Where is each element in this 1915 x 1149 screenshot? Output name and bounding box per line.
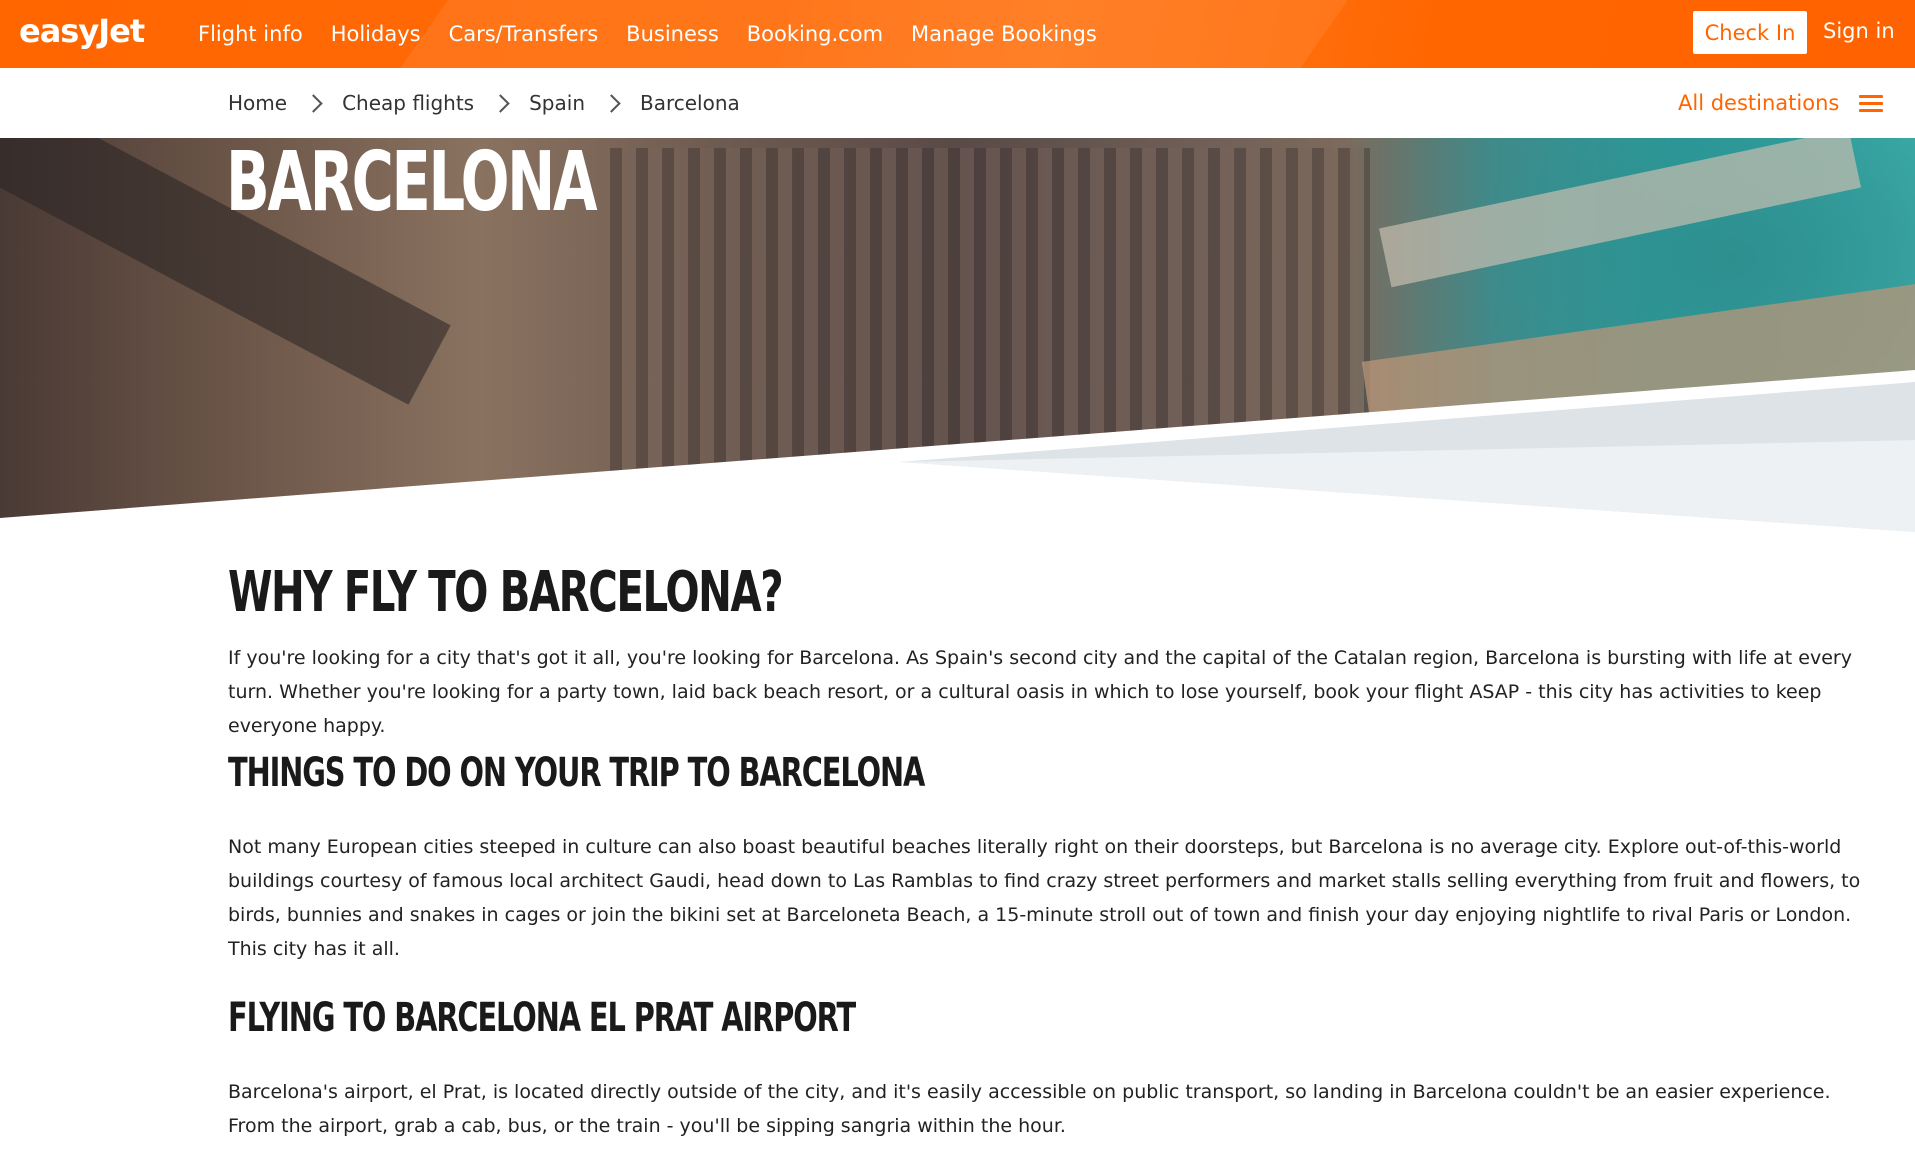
breadcrumb: Home Cheap flights Spain Barcelona: [228, 68, 740, 138]
all-destinations-menu[interactable]: All destinations: [1678, 68, 1884, 138]
breadcrumb-item-barcelona: Barcelona: [640, 91, 740, 115]
nav-item-booking-com[interactable]: Booking.com: [747, 22, 883, 46]
chevron-right-icon: [491, 93, 510, 113]
hero-image-pier: [1379, 138, 1861, 288]
breadcrumb-bar: Home Cheap flights Spain Barcelona All d…: [0, 68, 1915, 139]
hamburger-menu-icon: [1859, 91, 1884, 116]
hero-banner: BARCELONA: [0, 138, 1915, 533]
why-fly-heading: WHY FLY TO BARCELONA?: [228, 560, 784, 625]
breadcrumb-item-home[interactable]: Home: [228, 91, 287, 115]
why-fly-paragraph: If you're looking for a city that's got …: [228, 647, 1852, 737]
page-title: BARCELONA: [226, 138, 598, 230]
chevron-right-icon: [602, 93, 621, 113]
hero-image-beach: [1361, 275, 1915, 521]
sign-in-link[interactable]: Sign in: [1823, 19, 1895, 43]
all-destinations-label: All destinations: [1678, 91, 1840, 115]
nav-item-business[interactable]: Business: [626, 22, 719, 46]
breadcrumb-item-cheap-flights[interactable]: Cheap flights: [342, 91, 474, 115]
main-nav: Flight info Holidays Cars/Transfers Busi…: [198, 0, 1125, 68]
nav-item-flight-info[interactable]: Flight info: [198, 22, 303, 46]
things-to-do-heading: THINGS TO DO ON YOUR TRIP TO BARCELONA: [228, 750, 925, 796]
hero-image-building: [610, 148, 1370, 478]
top-navigation-bar: easyJet Flight info Holidays Cars/Transf…: [0, 0, 1915, 68]
nav-item-holidays[interactable]: Holidays: [331, 22, 421, 46]
breadcrumb-item-spain[interactable]: Spain: [529, 91, 585, 115]
airport-paragraph: Barcelona's airport, el Prat, is located…: [228, 1081, 1831, 1137]
easyjet-logo[interactable]: easyJet: [19, 12, 145, 50]
airport-heading: FLYING TO BARCELONA EL PRAT AIRPORT: [228, 995, 856, 1041]
things-to-do-paragraph: Not many European cities steeped in cult…: [228, 836, 1861, 960]
chevron-right-icon: [304, 93, 323, 113]
nav-item-cars-transfers[interactable]: Cars/Transfers: [449, 22, 599, 46]
check-in-button[interactable]: Check In: [1693, 11, 1807, 54]
nav-item-manage-bookings[interactable]: Manage Bookings: [911, 22, 1097, 46]
